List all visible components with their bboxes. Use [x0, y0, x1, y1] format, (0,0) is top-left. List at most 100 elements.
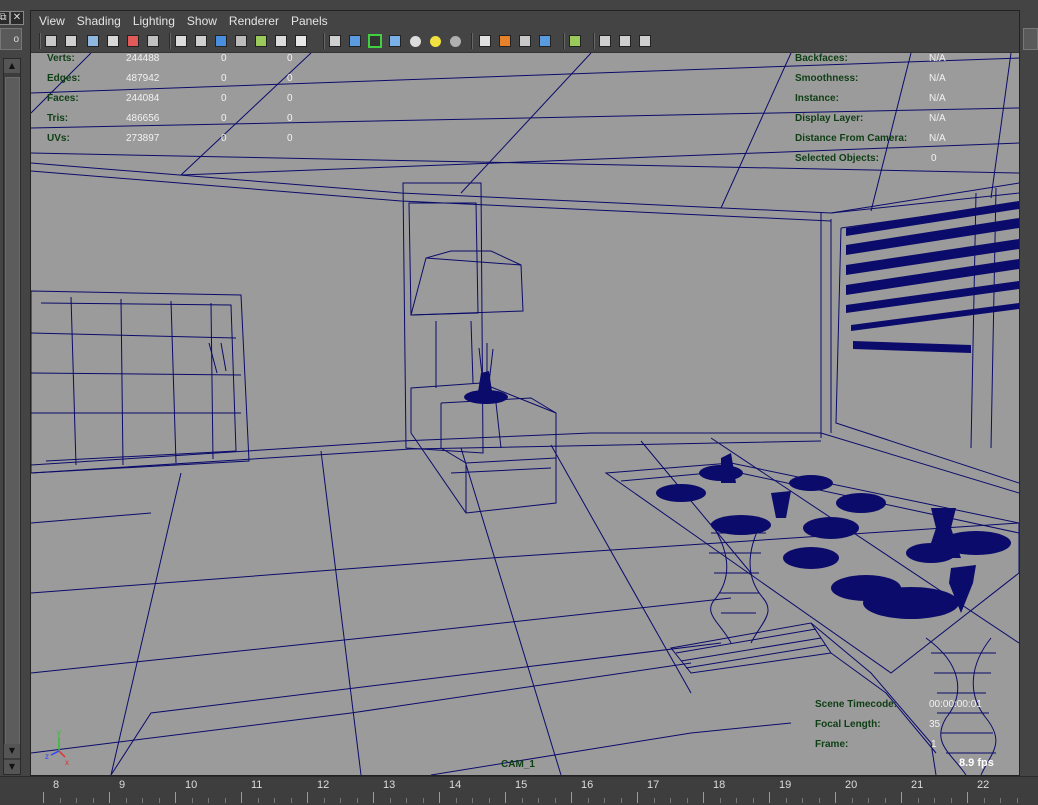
time-slider[interactable]: 8 9 10 11 12 13 14 15 16 17 18 19 20 21 22	[0, 776, 1038, 805]
ruler-minor-tick	[934, 798, 935, 803]
hud-edges-value: 487942	[126, 73, 160, 84]
ruler-frame-label: 10	[185, 779, 198, 791]
ruler-frame-label: 15	[515, 779, 528, 791]
hud-edges-components: 0	[287, 73, 293, 84]
scroll-down-end-arrow-icon[interactable]: ▼	[4, 760, 20, 774]
ruler-frame-label: 17	[647, 779, 660, 791]
textured-icon[interactable]	[407, 33, 423, 49]
toolbar-separator	[323, 33, 325, 49]
menu-renderer[interactable]: Renderer	[229, 14, 279, 28]
ruler-minor-tick	[670, 798, 671, 803]
ruler-tick	[637, 792, 638, 803]
field-chart-icon[interactable]	[253, 33, 269, 49]
left-scrollbar[interactable]: ▲ ▼ ▼	[3, 58, 21, 775]
3d-viewport[interactable]: y z x Verts: 244488 0 0 Edges: 487942 0 …	[31, 53, 1019, 775]
ruler-minor-tick	[554, 798, 556, 803]
hud-uvs-selected: 0	[221, 133, 227, 144]
motion-blur-icon[interactable]	[497, 33, 513, 49]
toolbar-separator	[471, 33, 473, 49]
ruler-tick	[373, 792, 374, 803]
panel-toolbar	[31, 30, 1019, 53]
ruler-minor-tick	[719, 798, 721, 803]
fps-counter: 8.9 fps	[959, 757, 994, 769]
ruler-tick	[967, 792, 968, 803]
grid-icon[interactable]	[173, 33, 189, 49]
ruler-frame-label: 16	[581, 779, 594, 791]
shadows-icon[interactable]	[447, 33, 463, 49]
hud-tris-selected: 0	[221, 113, 227, 124]
ruler-minor-tick	[1016, 798, 1018, 803]
scroll-down-arrow-icon[interactable]: ▼	[4, 744, 20, 758]
ruler-tick	[505, 792, 506, 803]
wireframe-icon[interactable]	[327, 33, 343, 49]
lights-icon[interactable]	[427, 33, 443, 49]
ruler-minor-tick	[620, 798, 622, 803]
wireframe-on-shaded-icon[interactable]	[367, 33, 383, 49]
hud-edges-label: Edges:	[47, 73, 81, 84]
depth-of-field-icon[interactable]	[537, 33, 553, 49]
menu-panels[interactable]: Panels	[291, 14, 328, 28]
camera-attributes-icon[interactable]	[63, 33, 79, 49]
xray-joints-icon[interactable]	[637, 33, 653, 49]
hud-focal-length-label: Focal Length:	[815, 719, 881, 730]
menu-show[interactable]: Show	[187, 14, 217, 28]
scroll-up-arrow-icon[interactable]: ▲	[4, 59, 20, 73]
hud-smoothness-label: Smoothness:	[795, 73, 859, 84]
ruler-tick	[769, 792, 770, 803]
ruler-tick	[241, 792, 242, 803]
hud-selected-objects-value: 0	[931, 153, 937, 164]
ruler-frame-label: 20	[845, 779, 858, 791]
ruler-minor-tick	[950, 798, 952, 803]
ruler-frame-label: 11	[251, 779, 263, 791]
film-gate-icon[interactable]	[193, 33, 209, 49]
close-window-icon[interactable]: ✕	[10, 11, 24, 25]
image-plane-icon[interactable]	[105, 33, 121, 49]
menu-shading[interactable]: Shading	[77, 14, 121, 28]
hud-faces-label: Faces:	[47, 93, 79, 104]
right-panel-tab[interactable]	[1023, 28, 1038, 50]
safe-title-icon[interactable]	[293, 33, 309, 49]
select-camera-icon[interactable]	[43, 33, 59, 49]
ruler-minor-tick	[142, 798, 143, 803]
ruler-frame-label: 18	[713, 779, 726, 791]
grease-pencil-icon[interactable]	[125, 33, 141, 49]
safe-action-icon[interactable]	[273, 33, 289, 49]
left-side-panel: ⧉ ✕ o ▲ ▼ ▼	[0, 0, 30, 780]
ruler-frame-label: 13	[383, 779, 396, 791]
ruler-minor-tick	[884, 798, 886, 803]
default-material-icon[interactable]	[387, 33, 403, 49]
ruler-minor-tick	[208, 798, 209, 803]
menu-lighting[interactable]: Lighting	[133, 14, 175, 28]
screen-space-ao-icon[interactable]	[477, 33, 493, 49]
hud-uvs-label: UVs:	[47, 133, 70, 144]
2d-pan-zoom-icon[interactable]	[145, 33, 161, 49]
ruler-minor-tick	[422, 798, 424, 803]
hud-tris-value: 486656	[126, 113, 160, 124]
bookmark-icon[interactable]	[85, 33, 101, 49]
ruler-minor-tick	[76, 798, 77, 803]
smooth-shade-icon[interactable]	[347, 33, 363, 49]
ruler-frame-label: 22	[977, 779, 990, 791]
isolate-select-icon[interactable]	[567, 33, 583, 49]
resolution-gate-icon[interactable]	[213, 33, 229, 49]
restore-window-icon[interactable]: ⧉	[0, 11, 10, 25]
gate-mask-icon[interactable]	[233, 33, 249, 49]
hud-uvs-value: 273897	[126, 133, 160, 144]
ruler-tick	[43, 792, 44, 803]
ruler-frame-label: 21	[911, 779, 924, 791]
menu-view[interactable]: View	[39, 14, 65, 28]
ruler-minor-tick	[851, 798, 853, 803]
left-panel-tab[interactable]: o	[0, 28, 22, 50]
ruler-minor-tick	[59, 798, 61, 803]
ruler-frame-label: 19	[779, 779, 792, 791]
ruler-minor-tick	[224, 798, 226, 803]
hud-display-layer-value: N/A	[929, 113, 946, 124]
ruler-minor-tick	[356, 798, 358, 803]
scrollbar-thumb[interactable]	[5, 77, 20, 755]
ruler-minor-tick	[323, 798, 325, 803]
xray-icon[interactable]	[597, 33, 613, 49]
ruler-tick	[109, 792, 110, 803]
multisample-aa-icon[interactable]	[517, 33, 533, 49]
xray-active-components-icon[interactable]	[617, 33, 633, 49]
ruler-minor-tick	[488, 798, 490, 803]
